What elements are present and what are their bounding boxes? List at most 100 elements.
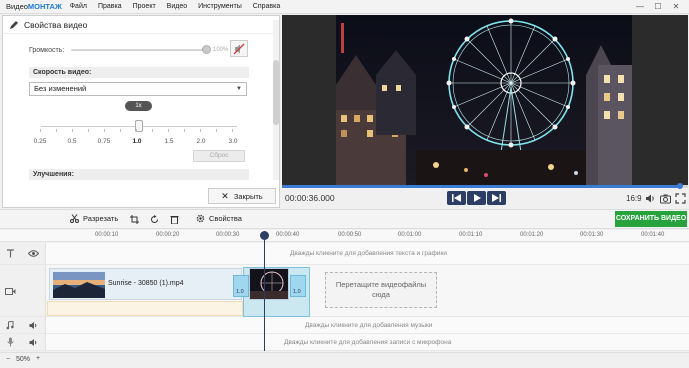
trash-icon[interactable] bbox=[170, 215, 179, 224]
reset-button[interactable]: Сброс bbox=[193, 150, 245, 162]
skip-back-icon bbox=[452, 194, 461, 202]
speed-select[interactable]: Без изменений ▼ bbox=[29, 82, 247, 96]
mic-track-header bbox=[0, 334, 46, 350]
app-logo: ВидеоМОНТАЖ bbox=[6, 2, 62, 11]
video-clip[interactable]: Sunrise - 30850 (1).mp4 bbox=[49, 268, 242, 300]
pencil-icon bbox=[10, 20, 18, 29]
music-track[interactable]: Дважды кликните для добавления музыки bbox=[0, 317, 689, 334]
playback-progress-knob[interactable] bbox=[676, 183, 683, 189]
speed-tick bbox=[88, 129, 89, 132]
video-clip-2[interactable] bbox=[249, 268, 289, 300]
timeline-playhead[interactable] bbox=[264, 231, 265, 351]
main-menu: Файл Правка Проект Видео Инструменты Спр… bbox=[70, 3, 292, 10]
ruler-time-label: 00:00:50 bbox=[338, 232, 362, 238]
volume-row: Громкость: 100% bbox=[29, 44, 249, 56]
speed-tick-label[interactable]: 0.75 bbox=[94, 138, 114, 145]
ruler-time-label: 00:01:30 bbox=[580, 232, 604, 238]
play-button[interactable] bbox=[467, 191, 486, 205]
skip-forward-button[interactable] bbox=[487, 191, 506, 205]
speed-tick bbox=[168, 129, 169, 132]
speed-section-label: Скорость видео: bbox=[29, 67, 249, 78]
speed-tick-label[interactable]: 1.5 bbox=[159, 138, 179, 145]
speed-tick bbox=[104, 129, 105, 132]
transition-marker-b[interactable]: 1.0 bbox=[290, 275, 306, 297]
audio-underlay-clip[interactable] bbox=[47, 301, 243, 316]
panel-scrollbar[interactable] bbox=[273, 20, 279, 180]
volume-slider[interactable] bbox=[71, 45, 211, 54]
ruler-time-label: 00:01:20 bbox=[520, 232, 544, 238]
menu-file[interactable]: Файл bbox=[70, 3, 87, 10]
drop-video-hint: Перетащите видеофайлы сюда bbox=[335, 280, 427, 299]
logo-brand: МОНТАЖ bbox=[27, 2, 62, 11]
drop-video-zone[interactable]: Перетащите видеофайлы сюда bbox=[325, 272, 437, 308]
music-track-hint: Дважды кликните для добавления музыки bbox=[305, 322, 433, 329]
menu-edit[interactable]: Правка bbox=[98, 3, 122, 10]
timeline-ruler[interactable]: 00:00:10 00:00:20 00:00:30 00:00:40 00:0… bbox=[0, 230, 689, 242]
ruler-time-label: 00:00:20 bbox=[156, 232, 180, 238]
save-video-button[interactable]: СОХРАНИТЬ ВИДЕО bbox=[615, 211, 687, 227]
clip-file-name: Sunrise - 30850 (1).mp4 bbox=[108, 280, 184, 287]
close-panel-button[interactable]: ✕ Закрыть bbox=[208, 188, 276, 204]
eye-icon[interactable] bbox=[28, 249, 39, 258]
maximize-icon[interactable]: ☐ bbox=[649, 1, 667, 13]
menu-tools[interactable]: Инструменты bbox=[198, 3, 242, 10]
mic-track-hint: Дважды кликните для добавления записи с … bbox=[284, 339, 452, 346]
speed-tick-label-selected[interactable]: 1.0 bbox=[127, 138, 147, 145]
camera-icon[interactable] bbox=[660, 193, 671, 204]
music-note-icon bbox=[6, 321, 14, 330]
rotate-icon[interactable] bbox=[150, 215, 159, 224]
ruler-time-label: 00:00:30 bbox=[216, 232, 240, 238]
aspect-ratio-button[interactable]: 16:9 bbox=[626, 194, 642, 203]
mic-track[interactable]: Дважды кликните для добавления записи с … bbox=[0, 334, 689, 351]
cut-label: Разрезать bbox=[83, 214, 119, 223]
title-menu-bar: ВидеоМОНТАЖ Файл Правка Проект Видео Инс… bbox=[0, 0, 689, 14]
cut-button[interactable]: Разрезать bbox=[70, 214, 118, 223]
ruler-time-label: 00:00:40 bbox=[276, 232, 300, 238]
transition-a-duration: 1.0 bbox=[236, 289, 244, 295]
text-track-header bbox=[0, 243, 46, 264]
volume-icon[interactable] bbox=[645, 193, 656, 204]
fullscreen-icon[interactable] bbox=[675, 193, 686, 204]
zoom-bar: − 50% + bbox=[0, 352, 689, 368]
properties-label: Свойства bbox=[209, 214, 242, 223]
speed-tick bbox=[136, 129, 137, 132]
video-frame[interactable] bbox=[336, 15, 632, 185]
menu-help[interactable]: Справка bbox=[253, 3, 280, 10]
speed-tick-label[interactable]: 3.0 bbox=[223, 138, 243, 145]
skip-back-button[interactable] bbox=[447, 191, 466, 205]
scrollbar-thumb[interactable] bbox=[273, 60, 279, 125]
speed-tick bbox=[232, 129, 233, 132]
text-track-hint: Дважды кликните для добавления текста и … bbox=[290, 250, 448, 257]
speed-tick-label[interactable]: 0.5 bbox=[62, 138, 82, 145]
zoom-out-button[interactable]: − bbox=[6, 356, 10, 363]
speaker-icon[interactable] bbox=[29, 321, 38, 330]
close-window-icon[interactable]: ✕ bbox=[667, 1, 685, 13]
transition-marker-a[interactable]: 1.0 bbox=[233, 275, 249, 297]
speed-tick bbox=[200, 129, 201, 132]
menu-project[interactable]: Проект bbox=[133, 3, 156, 10]
menu-video[interactable]: Видео bbox=[167, 3, 187, 10]
speaker-muted-icon bbox=[233, 43, 245, 54]
mute-button[interactable] bbox=[230, 40, 248, 57]
minimize-icon[interactable]: — bbox=[631, 1, 649, 13]
ferris-wheel-thumbnail-image bbox=[250, 269, 288, 299]
volume-slider-knob[interactable] bbox=[202, 45, 211, 54]
panel-header: Свойства видео bbox=[3, 16, 279, 34]
playhead-handle[interactable] bbox=[260, 231, 269, 240]
speaker-icon[interactable] bbox=[29, 338, 38, 347]
video-properties-panel: Свойства видео Громкость: 100% Скорость … bbox=[2, 15, 280, 208]
microphone-icon bbox=[7, 337, 14, 347]
window-controls: — ☐ ✕ bbox=[631, 1, 685, 13]
play-icon bbox=[473, 194, 481, 202]
playback-progress-bar[interactable] bbox=[282, 183, 688, 189]
properties-button[interactable]: Свойства bbox=[196, 214, 242, 223]
speed-tick-label[interactable]: 0.25 bbox=[30, 138, 50, 145]
speed-tick bbox=[120, 129, 121, 132]
crop-icon[interactable] bbox=[130, 215, 139, 224]
ferris-wheel-frame-image bbox=[336, 15, 632, 185]
panel-title: Свойства видео bbox=[24, 19, 88, 30]
speed-tick-label[interactable]: 2.0 bbox=[191, 138, 211, 145]
text-track[interactable]: Дважды кликните для добавления текста и … bbox=[0, 243, 689, 265]
zoom-in-button[interactable]: + bbox=[36, 355, 40, 362]
volume-label: Громкость: bbox=[29, 46, 65, 54]
